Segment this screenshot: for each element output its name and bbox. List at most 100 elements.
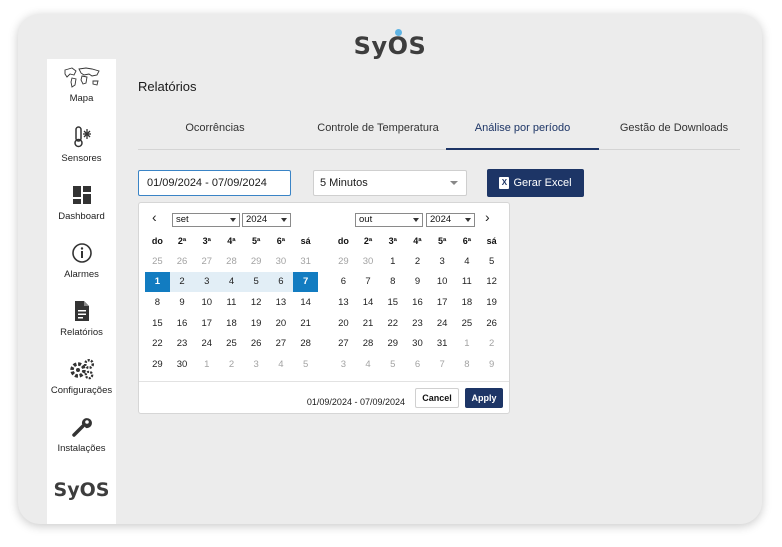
calendar-day[interactable]: 1 <box>194 354 219 375</box>
calendar-day[interactable]: 22 <box>380 313 405 334</box>
sidebar-item-dashboard[interactable]: Dashboard <box>47 183 116 222</box>
calendar-day[interactable]: 5 <box>243 271 269 293</box>
calendar-day[interactable]: 27 <box>194 251 219 272</box>
calendar-day[interactable]: 3 <box>194 271 220 293</box>
calendar-day[interactable]: 8 <box>380 272 405 293</box>
calendar-day[interactable]: 18 <box>219 313 244 334</box>
calendar-day[interactable]: 30 <box>405 333 430 354</box>
calendar-day[interactable]: 20 <box>331 313 356 334</box>
calendar-day[interactable]: 30 <box>356 251 381 272</box>
calendar-day[interactable]: 9 <box>170 292 195 313</box>
calendar-day[interactable]: 10 <box>194 292 219 313</box>
apply-button[interactable]: Apply <box>465 388 503 408</box>
calendar-day[interactable]: 3 <box>331 354 356 375</box>
tab-gestao-downloads[interactable]: Gestão de Downloads <box>608 113 740 150</box>
calendar-day[interactable]: 24 <box>194 333 219 354</box>
calendar-day[interactable]: 1 <box>455 333 480 354</box>
gerar-excel-button[interactable]: X Gerar Excel <box>487 169 584 197</box>
tab-analise-periodo[interactable]: Análise por período <box>446 113 599 150</box>
calendar-day[interactable]: 21 <box>293 313 318 334</box>
calendar-day[interactable]: 4 <box>455 251 480 272</box>
calendar-day[interactable]: 8 <box>145 292 170 313</box>
year-select-right[interactable]: 2024 <box>426 213 475 227</box>
calendar-day[interactable]: 24 <box>430 313 455 334</box>
calendar-day[interactable]: 9 <box>405 272 430 293</box>
calendar-day[interactable]: 2 <box>479 333 504 354</box>
calendar-day[interactable]: 19 <box>479 292 504 313</box>
calendar-day[interactable]: 28 <box>293 333 318 354</box>
calendar-day[interactable]: 2 <box>219 354 244 375</box>
calendar-day[interactable]: 27 <box>331 333 356 354</box>
calendar-day[interactable]: 13 <box>331 292 356 313</box>
calendar-day[interactable]: 14 <box>293 292 318 313</box>
date-range-input[interactable]: 01/09/2024 - 07/09/2024 <box>138 170 291 196</box>
calendar-day[interactable]: 6 <box>405 354 430 375</box>
next-month-icon[interactable]: › <box>485 210 490 224</box>
cancel-button[interactable]: Cancel <box>415 388 459 408</box>
calendar-day[interactable]: 4 <box>219 271 244 293</box>
calendar-day[interactable]: 5 <box>293 354 318 375</box>
prev-month-icon[interactable]: ‹ <box>152 210 157 224</box>
sidebar-item-instalacoes[interactable]: Instalações <box>47 415 116 454</box>
calendar-day[interactable]: 29 <box>380 333 405 354</box>
calendar-day[interactable]: 4 <box>356 354 381 375</box>
calendar-day[interactable]: 15 <box>145 313 170 334</box>
calendar-day[interactable]: 22 <box>145 333 170 354</box>
calendar-day[interactable]: 8 <box>455 354 480 375</box>
calendar-day[interactable]: 7 <box>430 354 455 375</box>
year-select-left[interactable]: 2024 <box>242 213 291 227</box>
calendar-day[interactable]: 3 <box>430 251 455 272</box>
calendar-day[interactable]: 12 <box>244 292 269 313</box>
sidebar-item-sensores[interactable]: Sensores <box>47 125 116 164</box>
calendar-day[interactable]: 14 <box>356 292 381 313</box>
calendar-day[interactable]: 15 <box>380 292 405 313</box>
calendar-day[interactable]: 28 <box>219 251 244 272</box>
sidebar-item-configuracoes[interactable]: Configurações <box>47 357 116 396</box>
calendar-day[interactable]: 1 <box>380 251 405 272</box>
month-select-left[interactable]: set <box>172 213 240 227</box>
calendar-day[interactable]: 10 <box>430 272 455 293</box>
calendar-day[interactable]: 29 <box>331 251 356 272</box>
calendar-day[interactable]: 29 <box>244 251 269 272</box>
calendar-day[interactable]: 21 <box>356 313 381 334</box>
calendar-day[interactable]: 23 <box>170 333 195 354</box>
calendar-day[interactable]: 16 <box>405 292 430 313</box>
calendar-day[interactable]: 7 <box>293 271 318 293</box>
calendar-day[interactable]: 30 <box>170 354 195 375</box>
tab-ocorrencias[interactable]: Ocorrências <box>160 113 270 150</box>
calendar-day[interactable]: 7 <box>356 272 381 293</box>
calendar-day[interactable]: 31 <box>293 251 318 272</box>
calendar-day[interactable]: 6 <box>268 271 294 293</box>
sidebar-item-alarmes[interactable]: Alarmes <box>47 241 116 280</box>
calendar-day[interactable]: 2 <box>405 251 430 272</box>
calendar-day[interactable]: 19 <box>244 313 269 334</box>
calendar-day[interactable]: 2 <box>169 271 195 293</box>
calendar-day[interactable]: 28 <box>356 333 381 354</box>
calendar-day[interactable]: 3 <box>244 354 269 375</box>
interval-select[interactable]: 5 Minutos <box>313 170 467 196</box>
calendar-day[interactable]: 31 <box>430 333 455 354</box>
calendar-day[interactable]: 27 <box>269 333 294 354</box>
calendar-day[interactable]: 26 <box>479 313 504 334</box>
sidebar-item-mapa[interactable]: Mapa <box>47 65 116 104</box>
calendar-day[interactable]: 13 <box>269 292 294 313</box>
calendar-day[interactable]: 26 <box>170 251 195 272</box>
calendar-day[interactable]: 17 <box>430 292 455 313</box>
sidebar-item-relatorios[interactable]: Relatórios <box>47 299 116 338</box>
calendar-day[interactable]: 11 <box>455 272 480 293</box>
calendar-day[interactable]: 5 <box>380 354 405 375</box>
calendar-day[interactable]: 4 <box>269 354 294 375</box>
calendar-day[interactable]: 1 <box>145 271 170 293</box>
calendar-day[interactable]: 6 <box>331 272 356 293</box>
calendar-day[interactable]: 9 <box>479 354 504 375</box>
month-select-right[interactable]: out <box>355 213 423 227</box>
calendar-day[interactable]: 20 <box>269 313 294 334</box>
calendar-day[interactable]: 18 <box>455 292 480 313</box>
calendar-day[interactable]: 30 <box>269 251 294 272</box>
calendar-day[interactable]: 16 <box>170 313 195 334</box>
calendar-day[interactable]: 25 <box>145 251 170 272</box>
calendar-day[interactable]: 23 <box>405 313 430 334</box>
calendar-day[interactable]: 5 <box>479 251 504 272</box>
calendar-day[interactable]: 26 <box>244 333 269 354</box>
calendar-day[interactable]: 17 <box>194 313 219 334</box>
